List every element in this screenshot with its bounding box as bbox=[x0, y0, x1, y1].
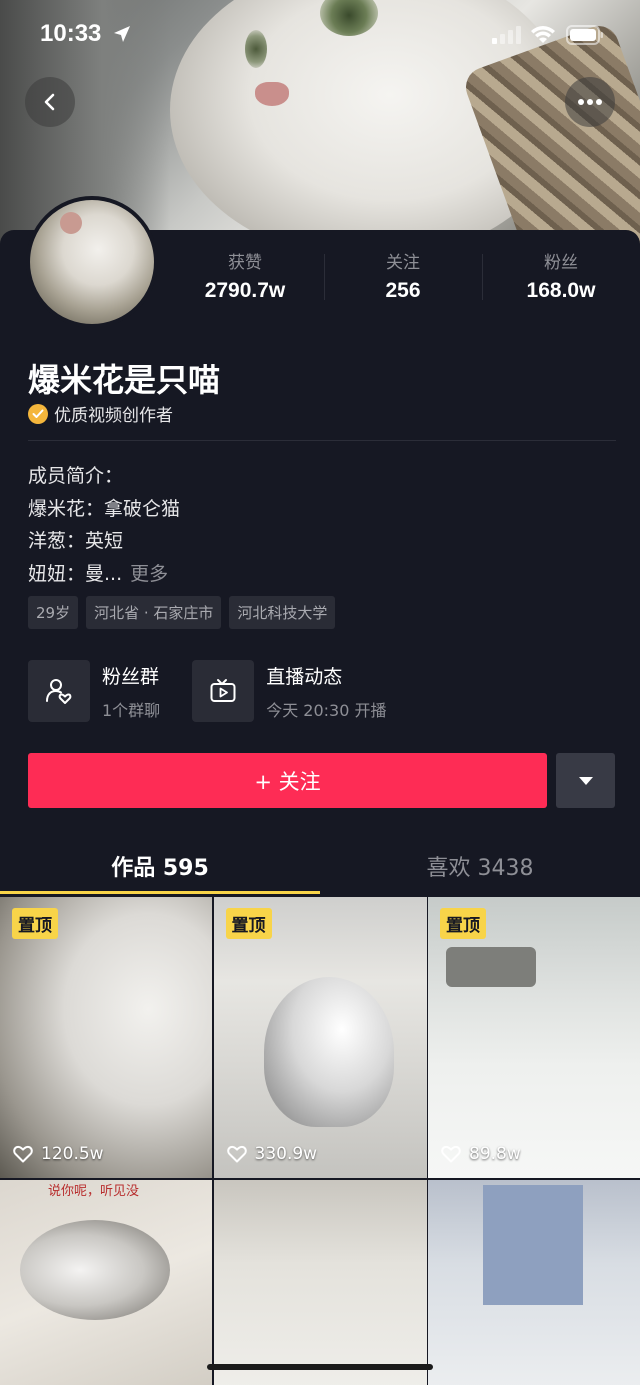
stat-value: 256 bbox=[385, 279, 421, 302]
profile-name: 爆米花是只喵 bbox=[28, 361, 221, 399]
divider bbox=[28, 440, 616, 441]
back-button[interactable] bbox=[25, 77, 75, 127]
thumbnail-cat bbox=[20, 1220, 170, 1320]
tag-location: 河北省 · 石家庄市 bbox=[86, 596, 222, 629]
video-thumbnail[interactable]: 说你呢，听见没 bbox=[0, 1180, 212, 1385]
status-time: 10:33 bbox=[40, 20, 102, 47]
status-bar: 10:33 bbox=[0, 0, 640, 70]
tab-indicator bbox=[0, 891, 320, 894]
creator-badge[interactable]: 优质视频创作者 bbox=[28, 401, 173, 426]
video-thumbnail[interactable] bbox=[213, 1180, 427, 1385]
cellular-signal-icon bbox=[492, 26, 521, 44]
bio-more-link[interactable]: 更多 bbox=[130, 563, 168, 585]
stat-label: 获赞 bbox=[228, 253, 262, 273]
location-arrow-icon bbox=[114, 26, 130, 42]
pinned-badge: 置顶 bbox=[440, 908, 486, 939]
profile-bio: 成员简介： 爆米花：拿破仑猫 洋葱：英短 妞妞：曼... 更多 bbox=[28, 460, 180, 590]
profile-stats: 获赞 2790.7w 关注 256 粉丝 168.0w bbox=[166, 248, 640, 308]
verified-check-icon bbox=[28, 403, 48, 424]
tab-likes[interactable]: 喜欢 3438 bbox=[320, 836, 640, 894]
thumbnail-curtain bbox=[483, 1185, 583, 1305]
profile-features: 粉丝群 1个群聊 直播动态 今天 20:30 开播 bbox=[28, 660, 386, 722]
stat-likes[interactable]: 获赞 2790.7w bbox=[166, 248, 324, 308]
bio-line: 爆米花：拿破仑猫 bbox=[28, 497, 181, 520]
avatar[interactable] bbox=[26, 196, 158, 328]
stat-label: 粉丝 bbox=[544, 253, 578, 273]
battery-icon bbox=[566, 25, 603, 45]
pinned-badge: 置顶 bbox=[225, 908, 272, 939]
fan-group-entry[interactable]: 粉丝群 1个群聊 bbox=[28, 660, 160, 722]
tag-age: 29岁 bbox=[28, 596, 79, 629]
triangle-down-icon bbox=[578, 776, 593, 785]
video-thumbnail[interactable] bbox=[428, 1180, 640, 1385]
like-count: 89.8w bbox=[441, 1144, 521, 1164]
bio-line: 妞妞：曼... bbox=[28, 562, 123, 585]
like-count: 120.5w bbox=[13, 1144, 104, 1164]
video-thumbnail[interactable]: 置顶 120.5w bbox=[0, 897, 212, 1178]
badge-label: 优质视频创作者 bbox=[54, 406, 173, 426]
bio-line: 成员简介： bbox=[28, 465, 124, 487]
wifi-icon bbox=[531, 26, 555, 43]
feature-title: 粉丝群 bbox=[102, 665, 160, 688]
live-tv-icon bbox=[192, 660, 255, 722]
live-status-entry[interactable]: 直播动态 今天 20:30 开播 bbox=[192, 660, 386, 722]
chevron-left-icon bbox=[44, 93, 55, 111]
feature-subtitle: 1个群聊 bbox=[102, 700, 161, 720]
thumbnail-cat bbox=[263, 977, 394, 1127]
pinned-badge: 置顶 bbox=[12, 908, 58, 939]
heart-icon bbox=[13, 1145, 33, 1163]
like-count-value: 120.5w bbox=[41, 1144, 104, 1164]
video-caption: 说你呢，听见没 bbox=[48, 1184, 140, 1199]
video-thumbnail[interactable]: 置顶 330.9w bbox=[213, 897, 427, 1178]
heart-icon bbox=[441, 1145, 461, 1163]
bio-line: 洋葱：英短 bbox=[28, 530, 124, 552]
more-options-button[interactable] bbox=[565, 77, 615, 127]
cover-cat-nose bbox=[255, 82, 289, 106]
stat-value: 168.0w bbox=[526, 279, 596, 302]
like-count: 330.9w bbox=[226, 1144, 318, 1164]
follow-button[interactable]: + 关注 bbox=[28, 753, 547, 808]
home-indicator[interactable] bbox=[207, 1364, 433, 1370]
stat-label: 关注 bbox=[386, 253, 420, 273]
video-grid: 置顶 120.5w 置顶 330.9w 置顶 89.8w 说你呢，听见没 bbox=[0, 897, 640, 1385]
stat-followers[interactable]: 粉丝 168.0w bbox=[482, 248, 640, 308]
stat-following[interactable]: 关注 256 bbox=[324, 248, 482, 308]
thumbnail-sofa bbox=[446, 947, 536, 987]
more-dots-icon bbox=[578, 99, 602, 105]
fan-group-icon bbox=[28, 660, 90, 722]
recommend-dropdown-button[interactable] bbox=[556, 753, 615, 808]
avatar-cat-ear bbox=[60, 212, 82, 234]
feature-subtitle: 今天 20:30 开播 bbox=[266, 700, 387, 720]
tag-school[interactable]: 河北科技大学 bbox=[229, 596, 336, 629]
tab-works[interactable]: 作品 595 bbox=[0, 836, 320, 894]
video-thumbnail[interactable]: 置顶 89.8w bbox=[428, 897, 640, 1178]
profile-tags: 29岁 河北省 · 石家庄市 河北科技大学 bbox=[28, 596, 336, 629]
like-count-value: 330.9w bbox=[254, 1144, 318, 1164]
stat-value: 2790.7w bbox=[204, 279, 286, 302]
feature-title: 直播动态 bbox=[266, 665, 343, 688]
heart-icon bbox=[226, 1145, 247, 1163]
like-count-value: 89.8w bbox=[469, 1144, 521, 1164]
content-tabs: 作品 595 喜欢 3438 bbox=[0, 836, 640, 894]
